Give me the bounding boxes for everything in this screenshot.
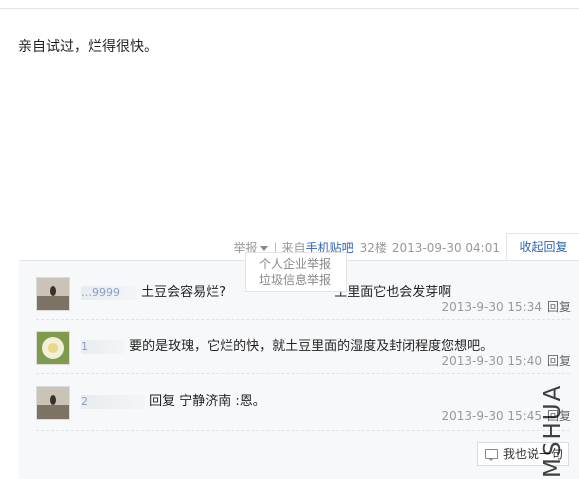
post-time: 2013-09-30 04:01 [391, 241, 500, 255]
report-option-personal[interactable]: 个人企业举报 [246, 256, 346, 272]
avatar[interactable] [36, 386, 70, 420]
avatar[interactable] [36, 331, 70, 365]
reply-button[interactable]: 回复 [547, 300, 571, 314]
reply-divider [36, 319, 570, 321]
reply-button[interactable]: 回复 [547, 354, 571, 368]
reply-meta: 2013-9-30 15:34 回复 [441, 298, 571, 315]
floor-number: 32楼 [359, 241, 387, 255]
post-content: 亲自试过，烂得很快。 [18, 39, 158, 55]
reply-username[interactable]: 1 [81, 339, 125, 354]
reply-text-part2: 土里面它也会发芽啊 [334, 285, 452, 300]
chevron-down-icon [259, 246, 268, 251]
report-dropdown: 个人企业举报 垃圾信息举报 [245, 252, 347, 292]
reply-username[interactable]: …9999 [81, 285, 137, 300]
reply-meta: 2013-9-30 15:40 回复 [441, 352, 571, 369]
reply-content: 1 要的是玫瑰，它烂的快，就土豆里面的湿度及封闭程度您想吧。 [81, 335, 493, 354]
reply-time: 2013-9-30 15:34 [441, 300, 542, 314]
comment-icon [485, 449, 498, 461]
collapse-replies-button[interactable]: 收起回复 [506, 233, 579, 261]
reply-time: 2013-9-30 15:40 [441, 354, 542, 368]
reply-text: 回复 宁静济南 :恩。 [149, 394, 266, 409]
report-option-spam[interactable]: 垃圾信息举报 [246, 272, 346, 288]
reply-divider [36, 430, 570, 432]
avatar[interactable] [36, 277, 70, 311]
reply-username[interactable]: 2 [81, 394, 145, 409]
reply-content: 2 回复 宁静济南 :恩。 [81, 390, 266, 409]
watermark: MSHUA [540, 383, 566, 478]
reply-time: 2013-9-30 15:45 [441, 409, 542, 423]
top-divider [0, 8, 579, 9]
reply-text: 要的是玫瑰，它烂的快，就土豆里面的湿度及封闭程度您想吧。 [129, 339, 494, 354]
reply-divider [36, 373, 570, 375]
reply-text-part1: 土豆会容易烂? [141, 285, 227, 300]
